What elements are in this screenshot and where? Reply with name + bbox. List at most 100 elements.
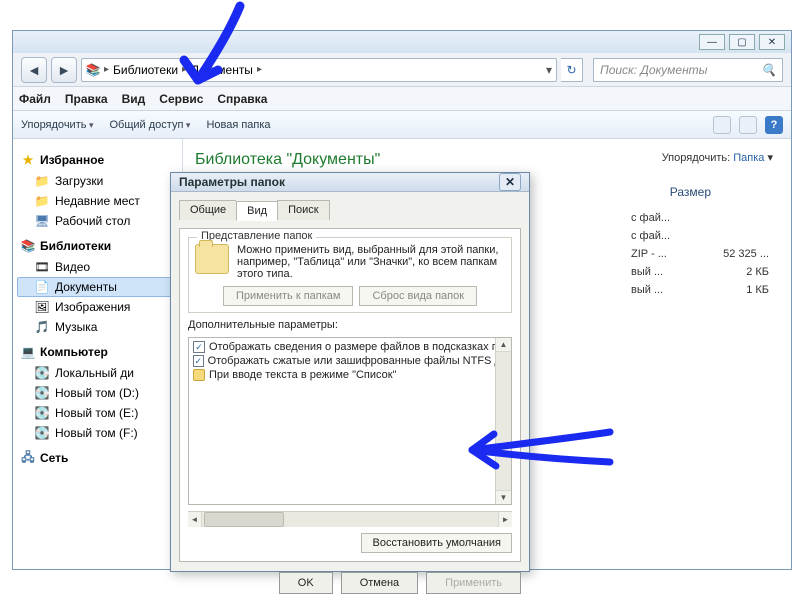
- folder-options-dialog: Параметры папок ✕ Общие Вид Поиск Предст…: [170, 172, 530, 572]
- checkbox[interactable]: ✓: [193, 341, 205, 353]
- video-icon: 🎞: [35, 260, 49, 274]
- pictures-icon: 🖼: [35, 300, 49, 314]
- reset-folders-button[interactable]: Сброс вида папок: [359, 286, 477, 306]
- drive-icon: 💽: [35, 366, 49, 380]
- drive-icon: 💽: [35, 406, 49, 420]
- sidebar-network-header[interactable]: 🖧Сеть: [21, 451, 174, 465]
- search-input[interactable]: Поиск: Документы 🔍: [593, 58, 783, 82]
- checkbox[interactable]: ✓: [193, 355, 204, 367]
- desktop-icon: 🖥: [35, 214, 49, 228]
- dialog-title: Параметры папок: [179, 175, 285, 189]
- dialog-button-row: OK Отмена Применить: [179, 568, 521, 594]
- scroll-thumb[interactable]: [204, 512, 284, 527]
- vertical-scrollbar[interactable]: ▲ ▼: [495, 338, 511, 504]
- breadcrumb[interactable]: 📚 ▸ Библиотеки ▸ Документы ▸ ▾: [81, 58, 557, 82]
- folder-icon: [193, 369, 205, 381]
- restore-defaults-button[interactable]: Восстановить умолчания: [361, 533, 512, 553]
- scroll-left-icon[interactable]: ◄: [188, 512, 202, 527]
- chevron-right-icon: ▸: [257, 64, 262, 75]
- organize-button[interactable]: Упорядочить: [21, 119, 94, 131]
- close-button[interactable]: ✕: [759, 34, 785, 50]
- dialog-tabs: Общие Вид Поиск: [179, 200, 521, 220]
- menu-help[interactable]: Справка: [217, 92, 267, 106]
- horizontal-scrollbar[interactable]: ◄ ►: [188, 511, 512, 527]
- menu-tools[interactable]: Сервис: [159, 92, 203, 106]
- menu-edit[interactable]: Правка: [65, 92, 108, 106]
- search-icon: 🔍: [761, 63, 776, 77]
- menu-view[interactable]: Вид: [122, 92, 146, 106]
- group-title: Представление папок: [197, 230, 316, 242]
- folder-icon: 📁: [35, 194, 49, 208]
- refresh-button[interactable]: ↻: [561, 58, 583, 82]
- table-row[interactable]: вый ...1 КБ: [631, 281, 769, 299]
- option-row[interactable]: ✓ Отображать сведения о размере файлов в …: [193, 340, 507, 354]
- menu-file[interactable]: Файл: [19, 92, 51, 106]
- breadcrumb-part[interactable]: Документы: [191, 63, 253, 77]
- sidebar-libraries-header[interactable]: 📚Библиотеки: [21, 239, 174, 253]
- nav-bar: ◄ ► 📚 ▸ Библиотеки ▸ Документы ▸ ▾ ↻ Пои…: [13, 53, 791, 87]
- drive-icon: 💽: [35, 386, 49, 400]
- ok-button[interactable]: OK: [279, 572, 333, 594]
- back-button[interactable]: ◄: [21, 57, 47, 83]
- maximize-button[interactable]: ▢: [729, 34, 755, 50]
- sidebar-item-drive[interactable]: 💽Локальный ди: [17, 363, 178, 383]
- sidebar-favorites-header[interactable]: ★Избранное: [21, 153, 174, 167]
- star-icon: ★: [21, 153, 35, 167]
- minimize-button[interactable]: —: [699, 34, 725, 50]
- tab-view[interactable]: Вид: [236, 201, 277, 221]
- tab-general[interactable]: Общие: [179, 200, 236, 220]
- sidebar-item-music[interactable]: 🎵Музыка: [17, 317, 178, 337]
- help-icon[interactable]: ?: [765, 116, 783, 134]
- table-row[interactable]: с фай...: [631, 209, 769, 227]
- network-icon: 🖧: [21, 451, 35, 465]
- menu-bar: Файл Правка Вид Сервис Справка: [13, 87, 791, 111]
- share-button[interactable]: Общий доступ: [110, 119, 191, 131]
- preview-pane-icon[interactable]: [739, 116, 757, 134]
- dialog-close-button[interactable]: ✕: [499, 173, 521, 191]
- forward-button[interactable]: ►: [51, 57, 77, 83]
- sidebar-item-downloads[interactable]: 📁Загрузки: [17, 171, 178, 191]
- group-description: Можно применить вид, выбранный для этой …: [237, 244, 505, 280]
- advanced-settings-label: Дополнительные параметры:: [188, 319, 512, 331]
- apply-button[interactable]: Применить: [426, 572, 521, 594]
- dialog-titlebar: Параметры папок ✕: [171, 173, 529, 192]
- libraries-icon: 📚: [86, 63, 100, 77]
- view-options-icon[interactable]: [713, 116, 731, 134]
- advanced-settings-list[interactable]: ✓ Отображать сведения о размере файлов в …: [188, 337, 512, 505]
- file-list: с фай... с фай... ZIP - ...52 325 ... вы…: [631, 209, 769, 299]
- new-folder-button[interactable]: Новая папка: [206, 119, 270, 131]
- sidebar-item-desktop[interactable]: 🖥Рабочий стол: [17, 211, 178, 231]
- option-row: При вводе текста в режиме "Список": [193, 368, 507, 382]
- tab-panel-view: Представление папок Можно применить вид,…: [179, 228, 521, 562]
- sidebar-item-pictures[interactable]: 🖼Изображения: [17, 297, 178, 317]
- drive-icon: 💽: [35, 426, 49, 440]
- scroll-down-icon[interactable]: ▼: [496, 490, 511, 504]
- table-row[interactable]: вый ...2 КБ: [631, 263, 769, 281]
- sidebar-item-video[interactable]: 🎞Видео: [17, 257, 178, 277]
- scroll-right-icon[interactable]: ►: [498, 512, 512, 527]
- apply-to-folders-button[interactable]: Применить к папкам: [223, 286, 354, 306]
- history-dropdown-icon[interactable]: ▾: [546, 63, 552, 77]
- sidebar-item-drive[interactable]: 💽Новый том (D:): [17, 383, 178, 403]
- window-titlebar: — ▢ ✕: [13, 31, 791, 53]
- chevron-right-icon: ▸: [182, 64, 187, 75]
- sort-selector[interactable]: Упорядочить: Папка ▾: [662, 151, 773, 164]
- breadcrumb-part[interactable]: Библиотеки: [113, 63, 178, 77]
- sidebar-item-drive[interactable]: 💽Новый том (F:): [17, 423, 178, 443]
- libraries-icon: 📚: [21, 239, 35, 253]
- option-label: При вводе текста в режиме "Список": [209, 369, 396, 381]
- sidebar-computer-header[interactable]: 💻Компьютер: [21, 345, 174, 359]
- option-label: Отображать сведения о размере файлов в п…: [209, 341, 504, 353]
- table-row[interactable]: ZIP - ...52 325 ...: [631, 245, 769, 263]
- scroll-up-icon[interactable]: ▲: [496, 338, 511, 352]
- cancel-button[interactable]: Отмена: [341, 572, 418, 594]
- tab-search[interactable]: Поиск: [277, 200, 329, 220]
- computer-icon: 💻: [21, 345, 35, 359]
- sidebar-item-recent[interactable]: 📁Недавние мест: [17, 191, 178, 211]
- table-row[interactable]: с фай...: [631, 227, 769, 245]
- column-header-size[interactable]: Размер: [670, 185, 711, 199]
- sidebar-item-documents[interactable]: 📄Документы: [17, 277, 178, 297]
- option-row[interactable]: ✓Отображать сжатые или зашифрованные фай…: [193, 354, 507, 368]
- sidebar-item-drive[interactable]: 💽Новый том (E:): [17, 403, 178, 423]
- sidebar: ★Избранное 📁Загрузки 📁Недавние мест 🖥Раб…: [13, 139, 183, 569]
